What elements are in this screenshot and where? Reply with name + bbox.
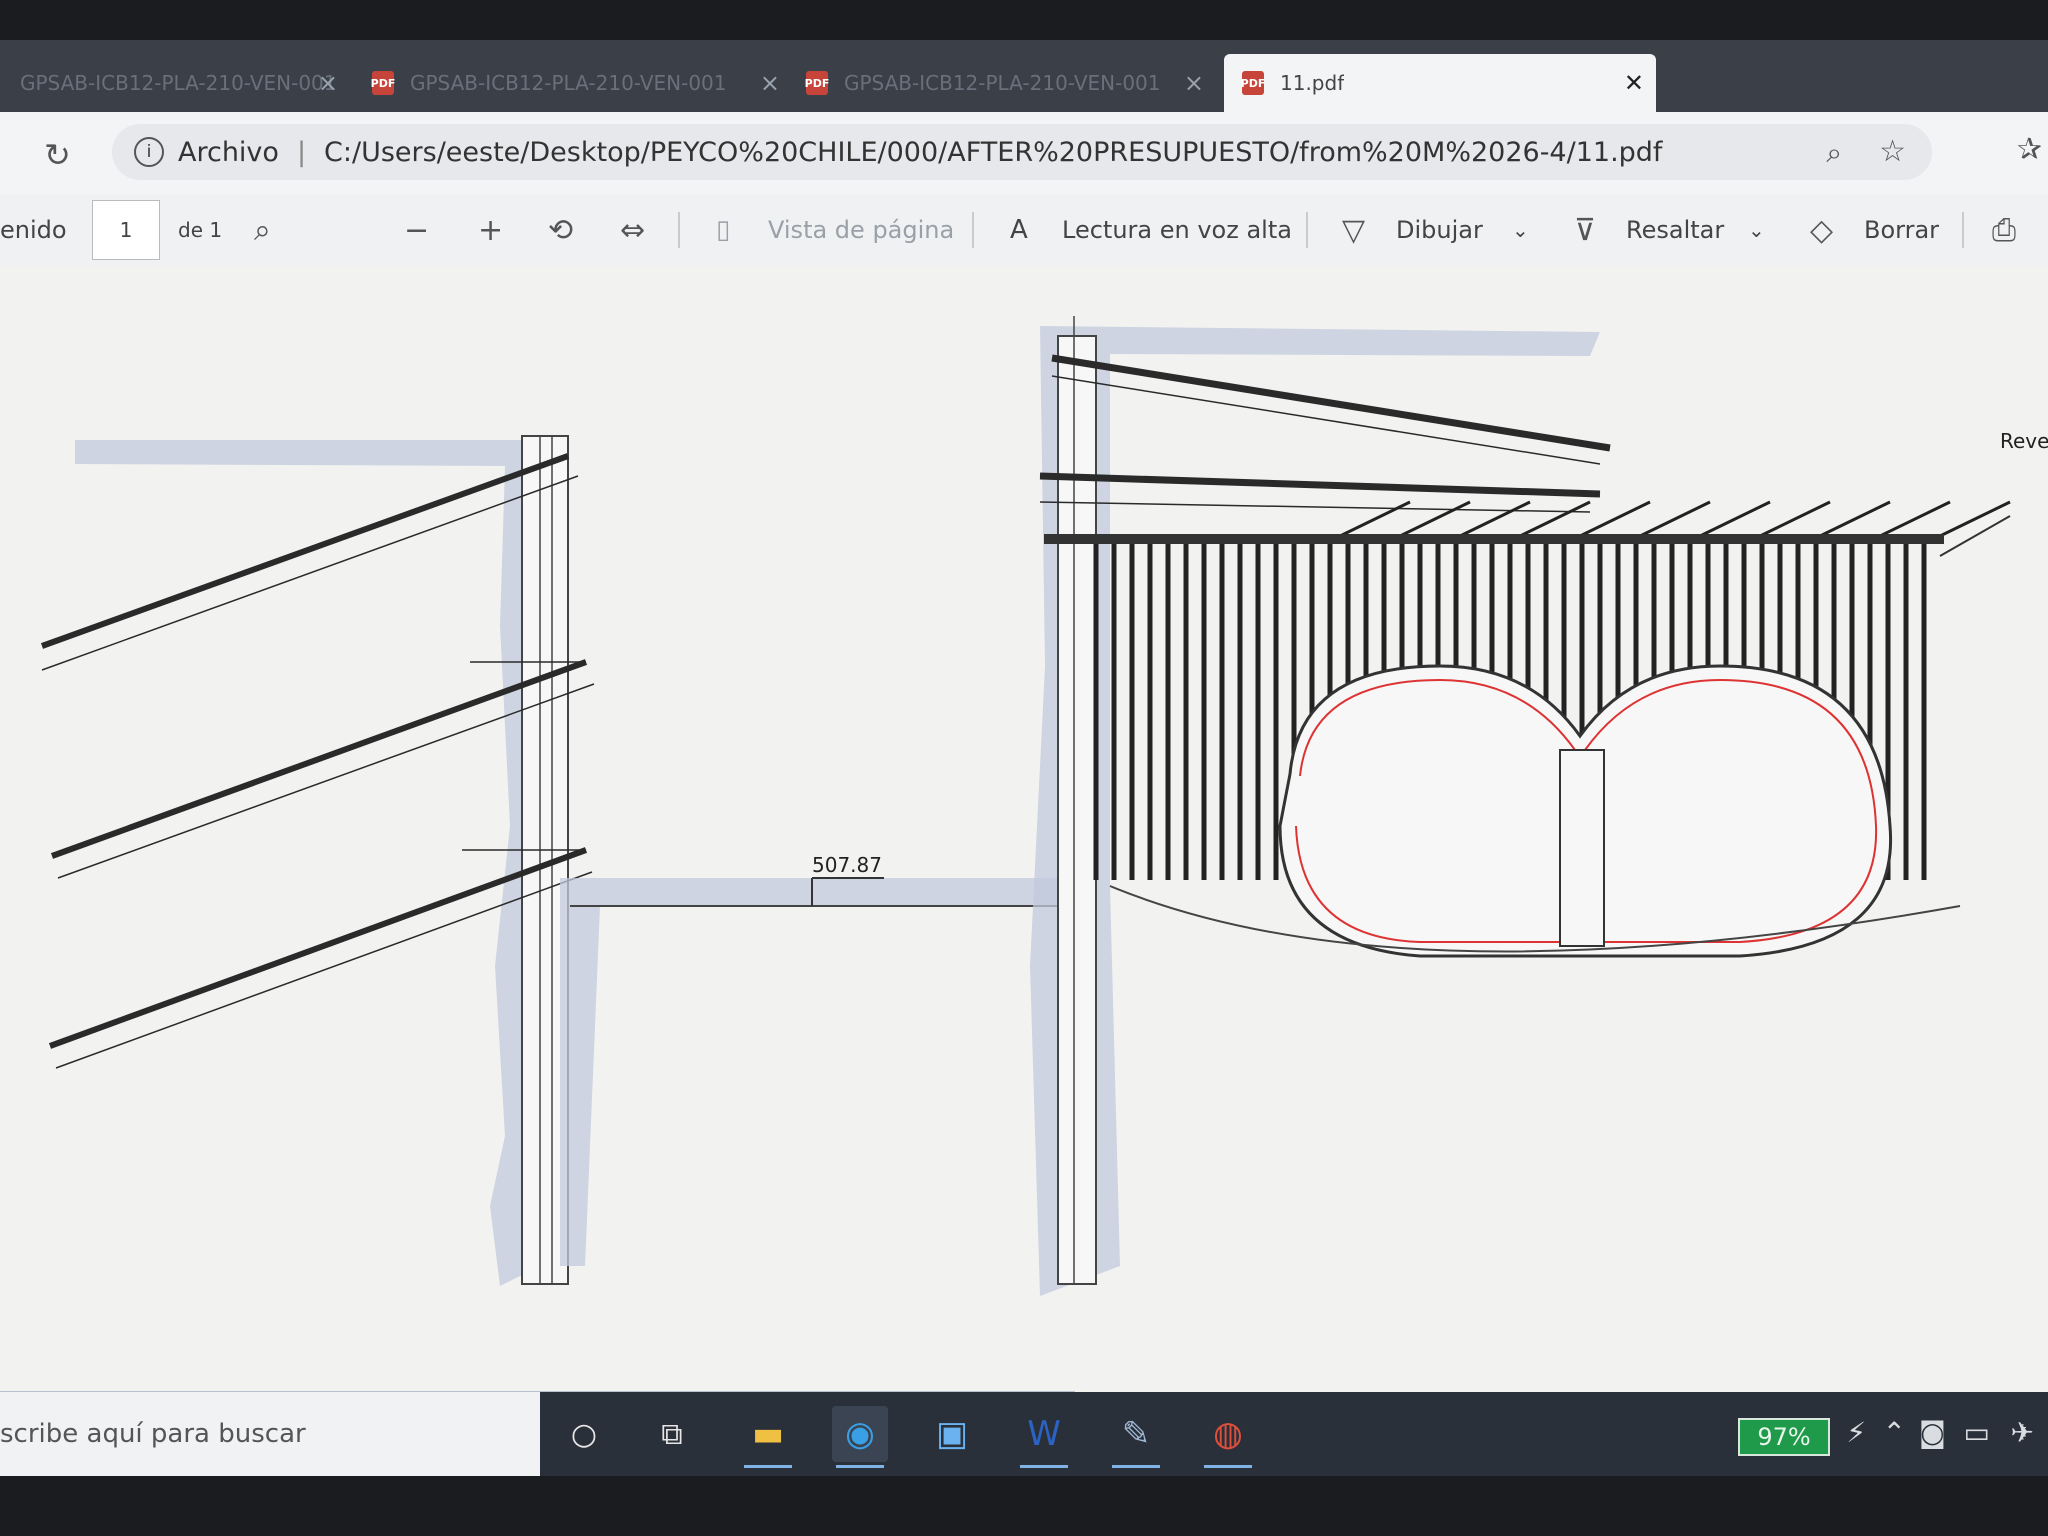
elevation-label: 507.87: [812, 853, 882, 877]
fit-page-icon[interactable]: ⇔: [620, 208, 645, 252]
divider: [1962, 212, 1964, 248]
eraser-icon[interactable]: ◇: [1810, 208, 1833, 252]
file-explorer-icon[interactable]: ▬: [740, 1406, 796, 1468]
close-icon[interactable]: ×: [760, 69, 780, 97]
divider: [1306, 212, 1308, 248]
screen: GPSAB-ICB12-PLA-210-VEN-001 × PDF GPSAB-…: [0, 40, 2048, 1476]
chevron-down-icon[interactable]: ⌄: [1748, 208, 1765, 252]
tab-title: GPSAB-ICB12-PLA-210-VEN-001: [20, 71, 337, 95]
info-icon[interactable]: i: [134, 137, 164, 167]
read-aloud-icon[interactable]: A: [1010, 208, 1028, 252]
navigation-bar: ↻ i Archivo | C:/Users/eeste/Desktop/PEY…: [0, 112, 2048, 194]
rotate-icon[interactable]: ⟲: [548, 208, 573, 252]
favorites-icon[interactable]: ✰: [2017, 132, 2042, 167]
close-icon[interactable]: ✕: [1624, 69, 1644, 97]
page-number-input[interactable]: 1: [92, 200, 160, 260]
divider: [972, 212, 974, 248]
draw-button[interactable]: Dibujar: [1396, 208, 1483, 252]
pdf-icon: PDF: [371, 71, 395, 95]
page-count: de 1: [178, 218, 223, 242]
pdf-page: 507.87 Reve: [0, 266, 2048, 1416]
tab-1[interactable]: GPSAB-ICB12-PLA-210-VEN-001 ×: [0, 54, 350, 112]
pdf-icon: PDF: [1241, 71, 1265, 95]
store-icon[interactable]: ▣: [924, 1406, 980, 1462]
side-label: Reve: [2000, 429, 2048, 453]
cortana-icon[interactable]: ○: [556, 1406, 612, 1462]
add-favorite-icon[interactable]: ☆: [1879, 134, 1906, 169]
tab-title: GPSAB-ICB12-PLA-210-VEN-001: [410, 71, 727, 95]
separator: |: [296, 136, 307, 168]
power-icon[interactable]: ⚡: [1846, 1416, 1866, 1449]
print-icon[interactable]: ⎙: [1992, 208, 2016, 252]
url-text[interactable]: C:/Users/eeste/Desktop/PEYCO%20CHILE/000…: [324, 137, 1662, 168]
search-icon[interactable]: ⌕: [254, 208, 271, 252]
chevron-down-icon[interactable]: ⌄: [1512, 208, 1529, 252]
chevron-up-icon[interactable]: ⌃: [1883, 1416, 1906, 1449]
tab-strip: GPSAB-ICB12-PLA-210-VEN-001 × PDF GPSAB-…: [0, 40, 2048, 112]
tab-title: GPSAB-ICB12-PLA-210-VEN-001: [844, 71, 1161, 95]
capping-beam: [1044, 534, 1944, 544]
close-icon[interactable]: ×: [318, 69, 338, 97]
zoom-in-icon[interactable]: +: [478, 208, 503, 252]
draw-icon[interactable]: ▽: [1342, 208, 1365, 252]
scheme-label: Archivo: [178, 136, 279, 168]
battery-icon[interactable]: ▭: [1964, 1416, 1990, 1449]
tab-title: 11.pdf: [1280, 71, 1345, 95]
zoom-out-icon[interactable]: −: [404, 208, 429, 252]
engineering-drawing: 507.87 Reve: [40, 316, 2048, 1296]
chrome-icon[interactable]: ◍: [1200, 1406, 1256, 1468]
battery-indicator[interactable]: 97%: [1738, 1418, 1830, 1456]
page-view-button[interactable]: Vista de página: [768, 208, 954, 252]
task-view-icon[interactable]: ⧉: [644, 1406, 700, 1462]
label-leader: [1939, 515, 2011, 557]
tab-3[interactable]: PDF GPSAB-ICB12-PLA-210-VEN-001 ×: [805, 54, 1216, 112]
reload-icon[interactable]: ↻: [44, 136, 71, 174]
pdf-toolbar: enido 1 de 1 ⌕ − + ⟲ ⇔ ▯ Vista de página…: [0, 194, 2048, 267]
divider: [678, 212, 680, 248]
highlight-icon[interactable]: ⊽: [1574, 208, 1596, 252]
read-aloud-button[interactable]: Lectura en voz alta: [1062, 208, 1292, 252]
paint-icon[interactable]: ✎: [1108, 1406, 1164, 1468]
tab-2[interactable]: PDF GPSAB-ICB12-PLA-210-VEN-001 ×: [371, 54, 792, 112]
ground-shading-left: [75, 440, 540, 1286]
zoom-icon[interactable]: ⌕: [1826, 136, 1842, 170]
contents-button[interactable]: enido: [0, 208, 67, 252]
highlight-button[interactable]: Resaltar: [1626, 208, 1724, 252]
forepoling-lines: [1339, 500, 2011, 538]
tab-active[interactable]: PDF 11.pdf ✕: [1224, 54, 1656, 112]
airplane-icon[interactable]: ✈: [2011, 1416, 2034, 1449]
ground-shading-floor: [560, 878, 1060, 1266]
pdf-icon: PDF: [805, 71, 829, 95]
camera-icon[interactable]: ◙: [1919, 1416, 1946, 1449]
central-pillar: [1559, 749, 1605, 947]
edge-icon[interactable]: ◉: [832, 1406, 888, 1468]
search-box[interactable]: scribe aquí para buscar: [0, 1392, 540, 1476]
word-icon[interactable]: W: [1016, 1406, 1072, 1468]
ground-anchors-right: [1039, 354, 1611, 513]
page-view-icon[interactable]: ▯: [716, 208, 730, 252]
erase-button[interactable]: Borrar: [1864, 208, 1939, 252]
search-placeholder: scribe aquí para buscar: [0, 1419, 306, 1449]
close-icon[interactable]: ×: [1184, 69, 1204, 97]
taskbar: scribe aquí para buscar ○ ⧉ ▬ ◉ ▣ W ✎ ◍ …: [0, 1392, 2048, 1476]
address-bar[interactable]: i Archivo | C:/Users/eeste/Desktop/PEYCO…: [112, 124, 1932, 180]
